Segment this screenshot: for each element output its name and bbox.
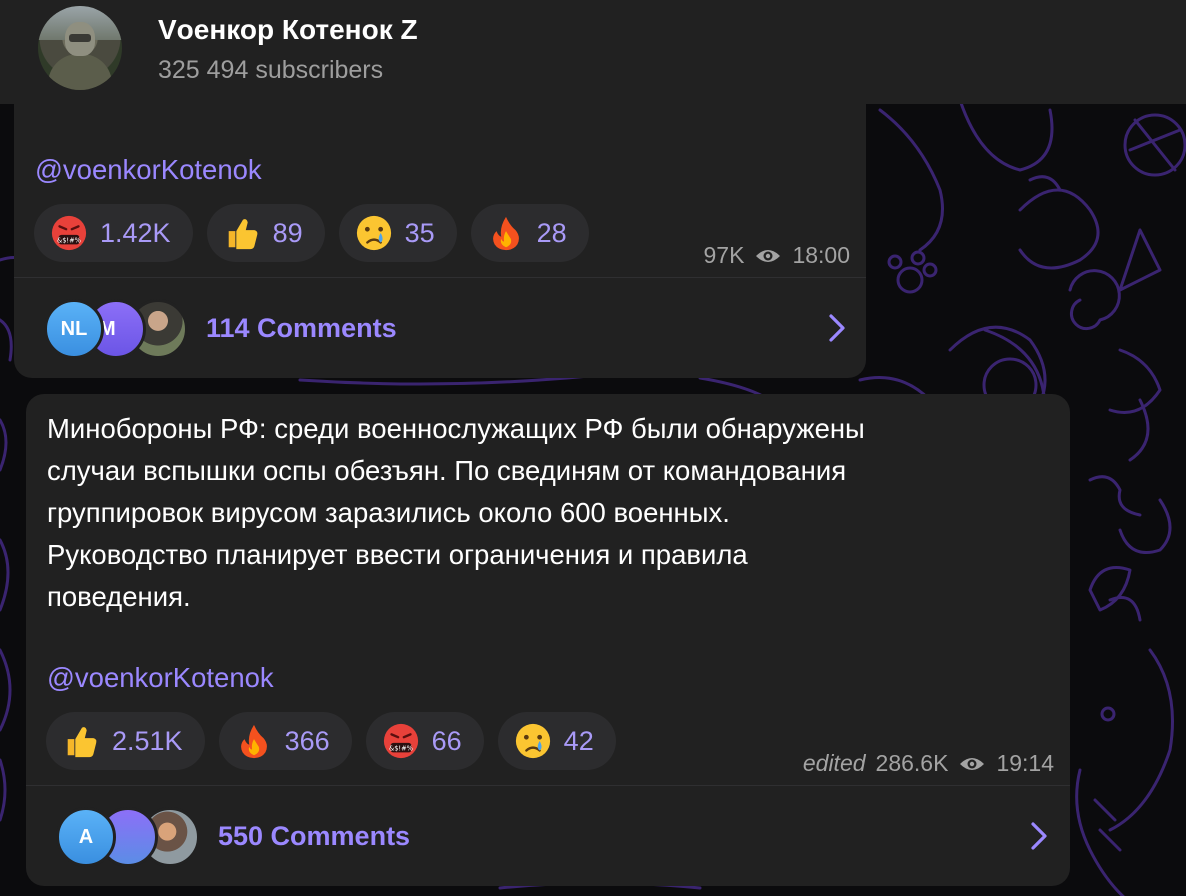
reaction-count: 66 [431,725,462,756]
crying-face-icon [515,723,550,759]
fire-icon [492,216,519,251]
comments-divider [26,785,1070,786]
reaction-count: 28 [536,217,567,248]
reaction-chip[interactable]: 28 [470,204,589,262]
edited-label: edited [802,750,866,776]
view-count: 286.6K [875,750,949,776]
thumbs-up-icon [67,727,97,758]
chevron-right-icon [1031,822,1047,850]
channel-post[interactable]: @voenkorKotenok &$!#% 1.42K 89 35 28 97K… [14,80,866,378]
reaction-chip[interactable]: 2.51K [46,712,205,770]
post-signature-link[interactable]: @voenkorKotenok [35,154,262,186]
reaction-chip[interactable]: 89 [206,204,325,262]
channel-avatar[interactable] [38,6,122,90]
view-count: 97K [703,242,745,268]
comments-button[interactable]: NL M 114 Comments [14,279,866,377]
reaction-chip[interactable]: &$!#% 66 [365,712,484,770]
reaction-count: 366 [284,725,330,756]
eye-icon [756,249,781,262]
post-text: Минобороны РФ: среди военнослужащих РФ б… [47,413,865,612]
commenter-avatar: A [56,807,116,867]
post-meta: 97K 18:00 [704,242,851,269]
reaction-count: 42 [563,725,594,756]
eye-icon [960,757,985,770]
reactions-bar: 2.51K 366 &$!#% 66 42 [46,712,616,770]
reaction-count: 35 [404,217,435,248]
channel-title: Vоенкор Котенок Z [158,14,418,45]
reaction-count: 1.42K [100,217,171,248]
comments-button[interactable]: A 550 Comments [26,787,1070,885]
thumbs-up-icon [228,219,257,250]
reaction-chip[interactable]: &$!#% 1.42K [34,204,193,262]
reaction-chip[interactable]: 42 [497,712,616,770]
commenter-avatars: NL M [44,299,188,359]
commenter-avatars: A [56,807,200,867]
comments-divider [14,277,866,278]
reaction-chip[interactable]: 35 [338,204,457,262]
reaction-count: 89 [272,217,303,248]
svg-text:&$!#%: &$!#% [389,745,413,753]
reactions-bar: &$!#% 1.42K 89 35 28 [34,204,589,262]
post-time: 18:00 [792,242,850,268]
post-meta: edited 286.6K 19:14 [803,750,1054,777]
angry-face-icon: &$!#% [383,723,418,759]
post-time: 19:14 [996,750,1054,776]
crying-face-icon [356,215,391,251]
reaction-chip[interactable]: 366 [218,712,352,770]
fire-icon [240,724,267,759]
reaction-count: 2.51K [112,725,183,756]
svg-text:&$!#%: &$!#% [57,237,81,245]
channel-post[interactable]: Минобороны РФ: среди военнослужащих РФ б… [26,394,1070,886]
post-signature-link[interactable]: @voenkorKotenok [47,662,274,694]
subscriber-count: 325 494 subscribers [158,56,384,84]
channel-header[interactable]: Vоенкор Котенок Z 325 494 subscribers [0,0,1186,104]
comments-count-label: 114 Comments [206,312,397,343]
commenter-avatar: NL [44,299,104,359]
chevron-right-icon [829,314,845,342]
comments-count-label: 550 Comments [218,820,411,851]
angry-face-icon: &$!#% [51,215,87,251]
